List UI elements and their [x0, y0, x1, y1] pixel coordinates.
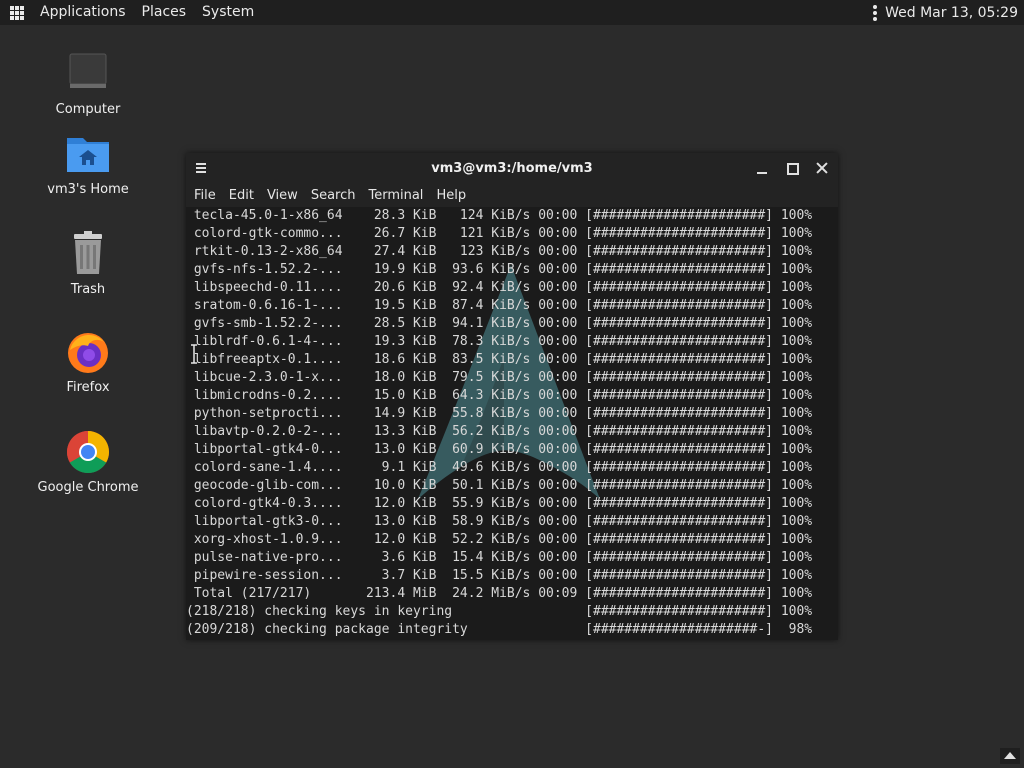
terminal-output[interactable]: tecla-45.0-1-x86_64 28.3 KiB 124 KiB/s 0… — [186, 207, 830, 640]
desktop-icon-label: Firefox — [66, 380, 110, 395]
computer-icon — [64, 50, 112, 98]
terminal-line: libfreeaptx-0.1.... 18.6 KiB 83.5 KiB/s … — [186, 352, 813, 367]
panel-right: Wed Mar 13, 05:29 — [873, 0, 1018, 25]
show-desktop-up-arrow-icon[interactable] — [1000, 748, 1020, 764]
menu-system[interactable]: System — [194, 0, 262, 25]
window-title: vm3@vm3:/home/vm3 — [431, 160, 593, 176]
ibeam-cursor-icon — [191, 344, 197, 364]
terminal-line: libcue-2.3.0-1-x... 18.0 KiB 79.5 KiB/s … — [186, 370, 813, 385]
close-button[interactable] — [814, 160, 830, 176]
terminal-line: rtkit-0.13-2-x86_64 27.4 KiB 123 KiB/s 0… — [186, 244, 813, 259]
top-panel: Applications Places System Wed Mar 13, 0… — [0, 0, 1024, 25]
terminal-line: gvfs-nfs-1.52.2-... 19.9 KiB 93.6 KiB/s … — [186, 262, 813, 277]
desktop-icon-home[interactable]: vm3's Home — [33, 130, 143, 197]
home-folder-icon — [64, 130, 112, 178]
terminal-line: Total (217/217) 213.4 MiB 24.2 MiB/s 00:… — [186, 586, 813, 601]
terminal-line: libportal-gtk3-0... 13.0 KiB 58.9 KiB/s … — [186, 514, 813, 529]
desktop-icon-label: Trash — [70, 282, 106, 297]
terminal-line: libmicrodns-0.2.... 15.0 KiB 64.3 KiB/s … — [186, 388, 813, 403]
terminal-line: colord-gtk4-0.3.... 12.0 KiB 55.9 KiB/s … — [186, 496, 813, 511]
terminal-line: libportal-gtk4-0... 13.0 KiB 60.9 KiB/s … — [186, 442, 813, 457]
menu-file[interactable]: File — [189, 188, 224, 203]
terminal-line: gvfs-smb-1.52.2-... 28.5 KiB 94.1 KiB/s … — [186, 316, 813, 331]
terminal-line: libavtp-0.2.0-2-... 13.3 KiB 56.2 KiB/s … — [186, 424, 813, 439]
overflow-menu-icon[interactable] — [873, 4, 878, 21]
terminal-line: pipewire-session... 3.7 KiB 15.5 KiB/s 0… — [186, 568, 813, 583]
terminal-line: liblrdf-0.6.1-4-... 19.3 KiB 78.3 KiB/s … — [186, 334, 813, 349]
terminal-line: xorg-xhost-1.0.9... 12.0 KiB 52.2 KiB/s … — [186, 532, 813, 547]
menu-edit[interactable]: Edit — [224, 188, 262, 203]
desktop-icon-label: Google Chrome — [37, 480, 139, 495]
desktop-icon-label: Computer — [55, 102, 121, 117]
clock[interactable]: Wed Mar 13, 05:29 — [885, 5, 1018, 21]
desktop-icon-firefox[interactable]: Firefox — [33, 328, 143, 395]
menu-bar: File Edit View Search Terminal Help — [186, 183, 838, 207]
chrome-icon — [64, 428, 112, 476]
terminal-line: libspeechd-0.11.... 20.6 KiB 92.4 KiB/s … — [186, 280, 813, 295]
firefox-icon — [64, 328, 112, 376]
apps-grid-icon[interactable] — [10, 5, 24, 20]
menu-applications[interactable]: Applications — [32, 0, 134, 25]
title-bar[interactable]: vm3@vm3:/home/vm3 — [186, 153, 838, 183]
maximize-button[interactable] — [784, 160, 800, 176]
menu-search[interactable]: Search — [306, 188, 364, 203]
terminal-lines: tecla-45.0-1-x86_64 28.3 KiB 124 KiB/s 0… — [186, 207, 830, 639]
desktop-icon-label: vm3's Home — [47, 182, 129, 197]
trash-icon — [64, 230, 112, 278]
window-controls — [754, 153, 830, 183]
minimize-button[interactable] — [754, 160, 770, 176]
terminal-line: (218/218) checking keys in keyring [####… — [186, 604, 813, 619]
hamburger-menu-icon[interactable] — [196, 163, 206, 173]
terminal-line: tecla-45.0-1-x86_64 28.3 KiB 124 KiB/s 0… — [186, 208, 813, 223]
desktop-icon-trash[interactable]: Trash — [33, 230, 143, 297]
menu-view[interactable]: View — [262, 188, 306, 203]
terminal-line: python-setprocti... 14.9 KiB 55.8 KiB/s … — [186, 406, 813, 421]
menu-places[interactable]: Places — [134, 0, 195, 25]
terminal-line: colord-sane-1.4.... 9.1 KiB 49.6 KiB/s 0… — [186, 460, 813, 475]
terminal-line: geocode-glib-com... 10.0 KiB 50.1 KiB/s … — [186, 478, 813, 493]
menu-terminal[interactable]: Terminal — [363, 188, 431, 203]
terminal-line: colord-gtk-commo... 26.7 KiB 121 KiB/s 0… — [186, 226, 813, 241]
terminal-window[interactable]: vm3@vm3:/home/vm3 File Edit View Search … — [186, 153, 838, 640]
terminal-line: pulse-native-pro... 3.6 KiB 15.4 KiB/s 0… — [186, 550, 813, 565]
terminal-line: sratom-0.6.16-1-... 19.5 KiB 87.4 KiB/s … — [186, 298, 813, 313]
desktop-icon-computer[interactable]: Computer — [33, 50, 143, 117]
desktop-icon-chrome[interactable]: Google Chrome — [33, 428, 143, 495]
menu-help[interactable]: Help — [431, 188, 474, 203]
terminal-line: (209/218) checking package integrity [##… — [186, 622, 813, 637]
